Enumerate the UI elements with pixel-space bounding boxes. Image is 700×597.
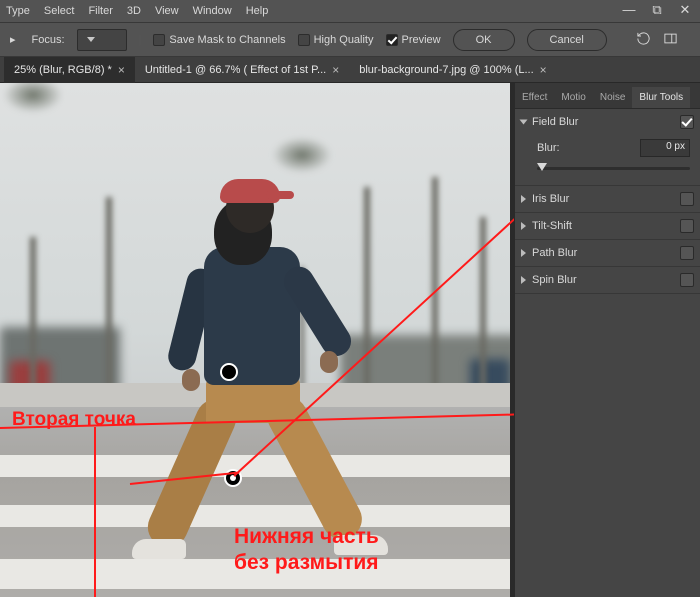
canvas-area[interactable]: Вторая точка Нижняя часть без размытия [0,83,514,597]
checkbox-icon [298,34,310,46]
high-quality-checkbox[interactable]: High Quality [298,34,374,46]
panel-tab-effect[interactable]: Effect [515,87,554,108]
menu-help[interactable]: Help [246,5,269,17]
section-header-path-blur[interactable]: Path Blur [515,240,700,266]
section-spin-blur: Spin Blur [515,267,700,294]
section-enable-checkbox[interactable] [680,219,694,233]
section-title: Iris Blur [532,193,569,205]
workarea: Вторая точка Нижняя часть без размытия E… [0,83,700,597]
section-header-spin-blur[interactable]: Spin Blur [515,267,700,293]
section-title: Field Blur [532,116,578,128]
panel-toggle-icon[interactable] [663,31,678,49]
caret-icon [520,120,528,125]
ok-button[interactable]: OK [453,29,515,51]
save-mask-checkbox[interactable]: Save Mask to Channels [153,34,285,46]
tool-caret-icon[interactable]: ▸ [6,33,20,46]
menu-bar: Type Select Filter 3D View Window Help [0,0,700,22]
focus-label: Focus: [32,34,65,46]
panel-tabs: Effect Motio Noise Blur Tools [515,83,700,109]
panel-tab-motion[interactable]: Motio [554,87,592,108]
menu-type[interactable]: Type [6,5,30,17]
checkbox-icon [153,34,165,46]
caret-icon [521,195,526,203]
cancel-button[interactable]: Cancel [527,29,607,51]
minimize-icon[interactable]: — [620,2,638,18]
preview-label: Preview [402,34,441,46]
high-quality-label: High Quality [314,34,374,46]
person [148,183,378,583]
tab-label: Untitled-1 @ 66.7% ( Effect of 1st P... [145,64,326,76]
close-icon[interactable]: × [118,63,125,77]
checkbox-icon [386,34,398,46]
close-icon[interactable]: × [540,63,547,77]
tab-document-1[interactable]: 25% (Blur, RGB/8) * × [4,57,135,83]
menu-window[interactable]: Window [193,5,232,17]
section-title: Path Blur [532,247,577,259]
menu-3d[interactable]: 3D [127,5,141,17]
blur-value-input[interactable]: 0 px [640,139,690,157]
menu-filter[interactable]: Filter [88,5,112,17]
section-header-tilt-shift[interactable]: Tilt-Shift [515,213,700,239]
section-tilt-shift: Tilt-Shift [515,213,700,240]
blur-pin-1[interactable] [220,363,238,381]
focus-dropdown[interactable] [77,29,127,51]
reset-icon[interactable] [636,31,651,49]
section-title: Tilt-Shift [532,220,572,232]
blur-tools-panel: Effect Motio Noise Blur Tools Field Blur… [514,83,700,597]
window-controls: — ⧉ ✕ [620,2,694,18]
chevron-down-icon [87,37,95,42]
section-enable-checkbox[interactable] [680,273,694,287]
panel-tab-blur-tools[interactable]: Blur Tools [632,87,690,108]
preview-checkbox[interactable]: Preview [386,34,441,46]
close-icon[interactable]: ✕ [676,2,694,18]
menu-select[interactable]: Select [44,5,75,17]
caret-icon [521,276,526,284]
section-enable-checkbox[interactable] [680,246,694,260]
caret-icon [521,249,526,257]
panel-tab-noise[interactable]: Noise [593,87,633,108]
caret-icon [521,222,526,230]
section-enable-checkbox[interactable] [680,115,694,129]
restore-icon[interactable]: ⧉ [648,2,666,18]
section-iris-blur: Iris Blur [515,186,700,213]
canvas[interactable] [0,83,510,597]
section-header-field-blur[interactable]: Field Blur [515,109,700,135]
section-field-blur: Field Blur Blur: 0 px [515,109,700,186]
section-path-blur: Path Blur [515,240,700,267]
blur-slider[interactable] [537,161,690,175]
blur-label: Blur: [537,142,560,154]
options-bar: ▸ Focus: | Save Mask to Channels High Qu… [0,22,700,57]
section-enable-checkbox[interactable] [680,192,694,206]
tab-label: blur-background-7.jpg @ 100% (L... [359,64,533,76]
tab-label: 25% (Blur, RGB/8) * [14,64,112,76]
document-tabs: 25% (Blur, RGB/8) * × Untitled-1 @ 66.7%… [0,57,700,83]
section-title: Spin Blur [532,274,577,286]
section-header-iris-blur[interactable]: Iris Blur [515,186,700,212]
tab-document-3[interactable]: blur-background-7.jpg @ 100% (L... × [349,57,556,83]
save-mask-label: Save Mask to Channels [169,34,285,46]
tab-document-2[interactable]: Untitled-1 @ 66.7% ( Effect of 1st P... … [135,57,349,83]
close-icon[interactable]: × [332,63,339,77]
menu-view[interactable]: View [155,5,179,17]
blur-pin-2[interactable] [224,469,242,487]
